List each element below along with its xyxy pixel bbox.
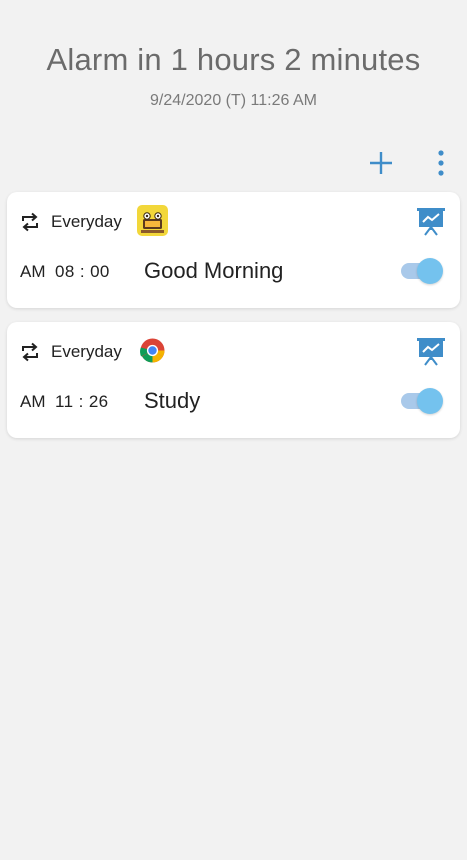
repeat-icon (22, 342, 38, 362)
alarm-name: Study (144, 388, 201, 413)
toggle-thumb (417, 388, 443, 414)
alarm-card[interactable]: Everyday AM 11 : 26 Study (7, 322, 460, 438)
game-app-icon (137, 205, 168, 236)
add-alarm-button[interactable] (363, 146, 399, 180)
alarm-toggle[interactable] (401, 256, 445, 286)
more-vertical-icon (438, 150, 444, 176)
alarm-time: 08 : 00 (55, 262, 110, 281)
chart-board-icon[interactable] (416, 336, 446, 366)
repeat-icon (22, 212, 38, 232)
chart-board-icon[interactable] (416, 206, 446, 236)
more-options-button[interactable] (423, 146, 459, 180)
repeat-label: Everyday (51, 342, 122, 361)
chrome-icon (140, 338, 165, 363)
alarm-name: Good Morning (144, 258, 284, 283)
plus-icon (370, 152, 392, 174)
alarm-toggle[interactable] (401, 386, 445, 416)
alarm-card[interactable]: Everyday AM 08 : 00 Good Morning (7, 192, 460, 308)
repeat-label: Everyday (51, 212, 122, 231)
alarm-ampm: AM (20, 392, 46, 411)
alarm-time: 11 : 26 (55, 392, 109, 411)
current-datetime: 9/24/2020 (T) 11:26 AM (150, 92, 317, 109)
toggle-thumb (417, 258, 443, 284)
alarm-ampm: AM (20, 262, 46, 281)
page-title: Alarm in 1 hours 2 minutes (46, 42, 421, 77)
